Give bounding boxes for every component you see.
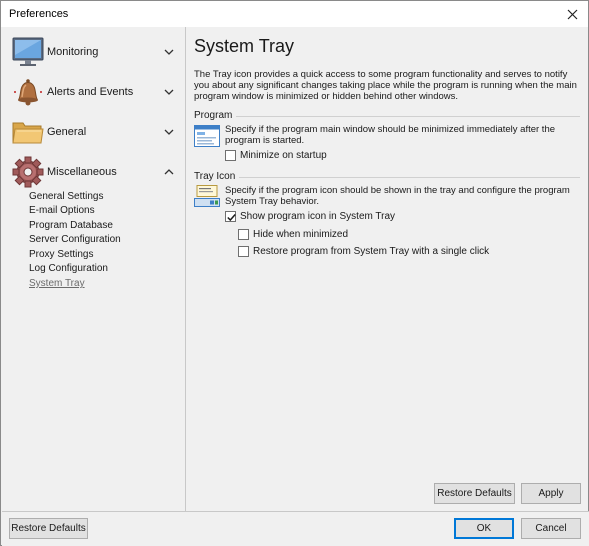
checkbox-box[interactable] — [225, 211, 236, 222]
sidebar-category-alerts[interactable]: Alerts and Events — [2, 73, 186, 113]
checkbox-label: Minimize on startup — [240, 150, 327, 161]
divider — [194, 177, 580, 178]
chevron-down-icon — [162, 125, 176, 139]
checkbox-box[interactable] — [225, 150, 236, 161]
show-tray-icon-checkbox[interactable]: Show program icon in System Tray — [225, 211, 395, 222]
sidebar-item-log-configuration[interactable]: Log Configuration — [29, 263, 108, 274]
tray-notification-icon — [194, 185, 220, 207]
tray-group-text: Specify if the program icon should be sh… — [225, 185, 570, 207]
sidebar-item-server-configuration[interactable]: Server Configuration — [29, 234, 121, 245]
sidebar-category-monitoring[interactable]: Monitoring — [2, 33, 186, 73]
sidebar-item-email-options[interactable]: E-mail Options — [29, 205, 95, 216]
page-title: System Tray — [194, 36, 295, 56]
sidebar-category-label: General — [47, 126, 87, 138]
minimize-on-startup-checkbox[interactable]: Minimize on startup — [225, 150, 327, 161]
sidebar-category-general[interactable]: General — [2, 113, 186, 153]
preferences-window: Preferences Monitoring Alerts and Events… — [0, 0, 589, 546]
group-header-tray-icon: Tray Icon — [194, 171, 580, 183]
chevron-down-icon — [162, 85, 176, 99]
page-description: The Tray icon provides a quick access to… — [194, 69, 577, 102]
checkbox-label: Restore program from System Tray with a … — [253, 246, 490, 257]
sidebar-item-program-database[interactable]: Program Database — [29, 220, 113, 231]
restore-single-click-checkbox[interactable]: Restore program from System Tray with a … — [238, 246, 489, 257]
checkmark-icon — [227, 214, 236, 222]
group-label: Tray Icon — [194, 171, 240, 182]
sidebar-category-miscellaneous[interactable]: Miscellaneous — [2, 153, 186, 193]
checkbox-box[interactable] — [238, 246, 249, 257]
sidebar: Monitoring Alerts and Events General Mis… — [2, 27, 186, 511]
sidebar-category-label: Alerts and Events — [47, 86, 134, 98]
monitor-icon — [11, 35, 45, 69]
dialog-footer: Restore Defaults OK Cancel — [2, 511, 589, 546]
bell-icon — [11, 75, 45, 109]
page-restore-defaults-button[interactable]: Restore Defaults — [434, 483, 515, 504]
cancel-button[interactable]: Cancel — [521, 518, 581, 539]
window-title: Preferences — [9, 8, 69, 20]
apply-button[interactable]: Apply — [521, 483, 581, 504]
checkbox-label: Hide when minimized — [253, 229, 349, 240]
group-label: Program — [194, 110, 237, 121]
title-bar: Preferences — [1, 1, 588, 27]
sidebar-category-label: Miscellaneous — [47, 166, 117, 178]
sidebar-category-label: Monitoring — [47, 46, 99, 58]
checkbox-box[interactable] — [238, 229, 249, 240]
folder-icon — [11, 115, 45, 149]
chevron-down-icon — [162, 45, 176, 59]
sidebar-item-system-tray[interactable]: System Tray — [29, 278, 85, 289]
checkbox-label: Show program icon in System Tray — [240, 211, 396, 222]
gear-icon — [11, 155, 45, 189]
window-icon — [194, 125, 220, 147]
divider — [194, 116, 580, 117]
chevron-up-icon — [162, 165, 176, 179]
group-header-program: Program — [194, 110, 580, 122]
sidebar-item-general-settings[interactable]: General Settings — [29, 191, 104, 202]
program-group-text: Specify if the program main window shoul… — [225, 124, 556, 146]
ok-button[interactable]: OK — [454, 518, 514, 539]
hide-when-minimized-checkbox[interactable]: Hide when minimized — [238, 229, 348, 240]
close-icon[interactable] — [562, 4, 582, 24]
sidebar-item-proxy-settings[interactable]: Proxy Settings — [29, 249, 93, 260]
settings-panel: System Tray The Tray icon provides a qui… — [187, 27, 588, 511]
restore-defaults-button[interactable]: Restore Defaults — [9, 518, 88, 539]
